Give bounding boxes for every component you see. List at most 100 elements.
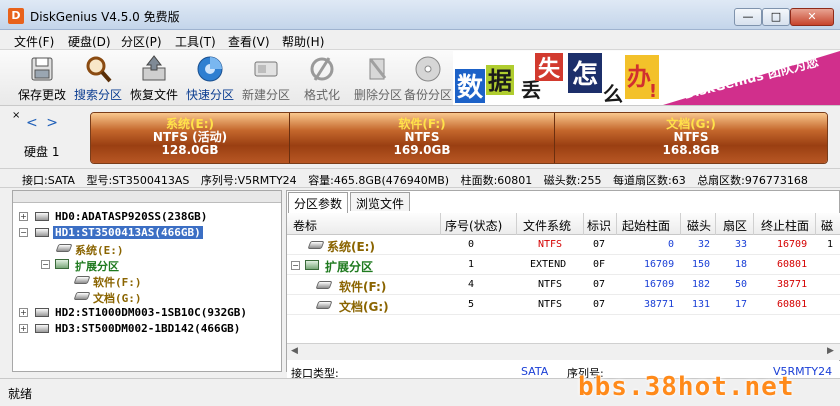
partition-size: 168.8GB [662, 143, 720, 157]
table-row[interactable]: − 扩展分区 1 EXTEND 0F 16709 150 18 60801 [287, 255, 840, 275]
menu-partition[interactable]: 分区(P) [121, 33, 162, 50]
menu-help[interactable]: 帮助(H) [282, 33, 324, 50]
tab-strip: 分区参数 浏览文件 [286, 192, 840, 213]
scroll-right-icon[interactable]: ▶ [827, 346, 834, 356]
partition-icon [73, 292, 91, 300]
menu-bar: 文件(F) 硬盘(D) 分区(P) 工具(T) 查看(V) 帮助(H) [0, 30, 840, 50]
menu-view[interactable]: 查看(V) [228, 33, 270, 50]
partition-segment-software[interactable]: 软件(F:) NTFS 169.0GB [290, 113, 555, 163]
table-row[interactable]: 软件(F:) 4 NTFS 07 16709 182 50 38771 [287, 275, 840, 295]
row-volume: 文档(G:) [339, 300, 389, 314]
iface-type-value: SATA [521, 365, 549, 378]
new-partition-icon [254, 61, 278, 77]
next-disk-icon[interactable]: > [46, 115, 58, 131]
tab-browse-files[interactable]: 浏览文件 [350, 192, 411, 211]
hard-disk-icon [35, 308, 49, 317]
col-end-cylinder[interactable]: 终止柱面 [761, 217, 809, 234]
tree-item-hd1[interactable]: HD1:ST3500413AS(466GB) [53, 226, 203, 239]
expand-icon[interactable]: + [19, 308, 28, 317]
toolbar-label: 备份分区 [403, 88, 452, 102]
info-total-sectors: 总扇区数:976773168 [697, 174, 808, 187]
search-partition-button[interactable]: 搜索分区 [70, 53, 126, 105]
menu-disk[interactable]: 硬盘(D) [68, 33, 111, 50]
extended-partition-icon [305, 260, 319, 270]
banner-char: 失 [538, 57, 561, 82]
col-start-cylinder[interactable]: 起始柱面 [622, 217, 670, 234]
format-button[interactable]: 格式化 [294, 53, 350, 105]
tree-item-documents[interactable]: 文档(G:) [93, 290, 142, 306]
toolbar-label: 快速分区 [185, 88, 234, 102]
info-interface: 接口:SATA [22, 174, 75, 187]
col-volume[interactable]: 卷标 [293, 217, 317, 234]
col-head[interactable]: 磁头 [687, 217, 711, 234]
row-start-cylinder: 16709 [644, 259, 675, 270]
horizontal-scrollbar[interactable]: ◀ ▶ [287, 343, 840, 360]
new-partition-button[interactable]: 新建分区 [238, 53, 294, 105]
row-sector: 50 [735, 279, 748, 290]
save-changes-button[interactable]: 保存更改 [14, 53, 70, 105]
promo-banner[interactable]: 数 据 丢 失 怎 么 办 ! DiskGenius 团队为您 [453, 51, 840, 105]
row-volume: 系统(E:) [327, 240, 375, 254]
col-index[interactable]: 序号(状态) [445, 217, 502, 234]
row-volume: 扩展分区 [325, 260, 374, 274]
row-start-cylinder: 0 [668, 239, 675, 250]
collapse-icon[interactable]: − [41, 260, 50, 269]
tree-item-software[interactable]: 软件(F:) [93, 274, 142, 290]
tree-item-hd3[interactable]: HD3:ST500DM002-1BD142(466GB) [55, 322, 240, 335]
row-index: 0 [468, 239, 475, 250]
toolbar-label: 搜索分区 [73, 88, 122, 102]
partition-segment-documents[interactable]: 文档(G:) NTFS 168.8GB [555, 113, 827, 163]
close-button[interactable]: ✕ [790, 8, 834, 26]
table-row[interactable]: 系统(E:) 0 NTFS 07 0 32 33 16709 1 [287, 235, 840, 255]
row-end-cylinder: 60801 [777, 299, 808, 310]
minimize-button[interactable]: — [734, 8, 762, 26]
toolbar-label: 新建分区 [241, 88, 290, 102]
table-row[interactable]: 文档(G:) 5 NTFS 07 38771 131 17 60801 [287, 295, 840, 315]
tab-partition-params[interactable]: 分区参数 [288, 192, 349, 213]
tree-item-hd0[interactable]: HD0:ADATASP920SS(238GB) [55, 210, 207, 223]
partition-segment-system[interactable]: 系统(E:) NTFS (活动) 128.0GB [91, 113, 290, 163]
menu-tools[interactable]: 工具(T) [175, 33, 216, 50]
delete-partition-button[interactable]: 删除分区 [350, 53, 406, 105]
expand-icon[interactable]: + [19, 212, 28, 221]
collapse-icon[interactable]: − [19, 228, 28, 237]
tree-header [13, 191, 281, 203]
toolbar-label: 删除分区 [353, 88, 402, 102]
info-sectors-per-track: 每道扇区数:63 [612, 174, 686, 187]
tree-item-system[interactable]: 系统(E:) [75, 242, 124, 258]
col-sector[interactable]: 扇区 [723, 217, 747, 234]
col-filesystem[interactable]: 文件系统 [523, 217, 571, 234]
hard-disk-icon [35, 228, 49, 237]
row-more: 1 [827, 239, 834, 250]
backup-icon [415, 56, 441, 82]
info-cylinders: 柱面数:60801 [460, 174, 533, 187]
row-head: 131 [692, 299, 711, 310]
hard-disk-icon [35, 324, 49, 333]
backup-partition-button[interactable]: 备份分区 [400, 53, 456, 105]
quick-partition-button[interactable]: 快速分区 [182, 53, 238, 105]
collapse-icon[interactable]: − [291, 261, 300, 270]
banner-char: 数 [457, 73, 484, 103]
toolbar-label: 格式化 [303, 88, 340, 102]
prev-disk-icon[interactable]: < [26, 115, 38, 131]
recover-files-button[interactable]: 恢复文件 [126, 53, 182, 105]
tree-item-hd2[interactable]: HD2:ST1000DM003-1SB10C(932GB) [55, 306, 247, 319]
panel-close-icon[interactable]: × [12, 110, 20, 121]
info-serial: 序列号:V5RMTY24 [200, 174, 297, 187]
col-id[interactable]: 标识 [587, 217, 611, 234]
scroll-left-icon[interactable]: ◀ [291, 346, 298, 356]
row-id: 07 [593, 279, 606, 290]
row-filesystem: EXTEND [530, 259, 567, 270]
col-more[interactable]: 磁 [821, 217, 833, 234]
format-icon [310, 57, 334, 81]
banner-char: 办 [627, 63, 651, 91]
menu-file[interactable]: 文件(F) [14, 33, 54, 50]
row-filesystem: NTFS [538, 299, 563, 310]
disk-info-bar: 接口:SATA 型号:ST3500413AS 序列号:V5RMTY24 容量:4… [0, 168, 840, 188]
row-index: 4 [468, 279, 475, 290]
banner-char: 怎 [572, 59, 598, 90]
tree-item-extended[interactable]: 扩展分区 [75, 258, 119, 274]
expand-icon[interactable]: + [19, 324, 28, 333]
maximize-button[interactable]: □ [762, 8, 790, 26]
delete-icon [369, 58, 387, 80]
